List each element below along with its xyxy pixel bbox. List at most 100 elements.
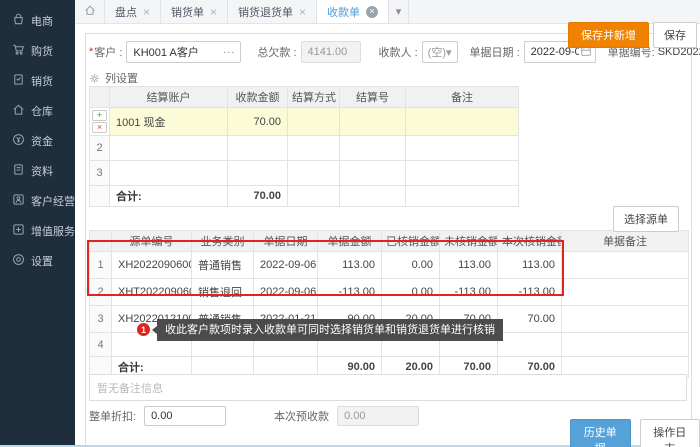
column-settings-button[interactable]: 列设置 — [89, 70, 138, 86]
prepayment-label: 本次预收款 — [274, 408, 329, 424]
settlement-remark-cell[interactable] — [406, 161, 519, 186]
save-button[interactable]: 保存 — [653, 22, 697, 48]
sidebar-item-data[interactable]: 资料 — [0, 156, 75, 186]
sidebar-item-settings[interactable]: 设置 — [0, 246, 75, 276]
total-debt-input — [301, 41, 361, 63]
settlement-header-empty — [90, 87, 110, 108]
source-row: 1 XH20220906001 普通销售 2022-09-06 113.00 0… — [90, 252, 689, 279]
source-current-cell[interactable]: 70.00 — [498, 306, 562, 333]
footer-fields-row: 整单折扣: 本次预收款 — [89, 406, 419, 426]
sidebar-item-label: 资金 — [31, 133, 53, 149]
customer-picker-ellipsis-icon[interactable]: ... — [223, 44, 235, 56]
sidebar-item-ecommerce[interactable]: 电商 — [0, 6, 75, 36]
remarks-textarea[interactable] — [89, 374, 687, 401]
settlement-account-cell[interactable]: 1001 现金 — [110, 108, 228, 136]
home-tab-button[interactable] — [75, 0, 105, 23]
source-remark-cell[interactable] — [562, 333, 689, 357]
settlement-number-cell[interactable] — [340, 161, 406, 186]
source-current-cell[interactable]: 113.00 — [498, 252, 562, 279]
funds-yuan-icon — [12, 133, 25, 149]
settlement-method-cell[interactable] — [288, 108, 340, 136]
tab-close-icon[interactable]: × — [210, 6, 217, 18]
source-header: 源单编号 — [112, 231, 192, 252]
tab-bar: 盘点 × 销货单 × 销货退货单 × 收款单 × ▾ — [75, 0, 700, 24]
source-code-cell: XHT20220906001 — [112, 279, 192, 306]
payee-label: 收款人 : — [379, 44, 418, 60]
source-current-cell[interactable]: -113.00 — [498, 279, 562, 306]
source-remark-cell[interactable] — [562, 279, 689, 306]
settlement-table: 结算账户 收款金额 结算方式 结算号 备注 + × 1001 现金 70.00 … — [89, 86, 519, 207]
settlement-header: 结算账户 — [110, 87, 228, 108]
tab-close-circle-icon[interactable]: × — [366, 6, 378, 18]
payee-select[interactable]: (空) ▾ — [422, 41, 458, 63]
tab-sales-order[interactable]: 销货单 × — [161, 0, 228, 23]
tab-inventory-check[interactable]: 盘点 × — [105, 0, 161, 23]
source-code-cell: XH20220906001 — [112, 252, 192, 279]
tab-label: 收款单 — [327, 4, 360, 20]
source-amount-cell: -113.00 — [318, 279, 382, 306]
tab-label: 盘点 — [115, 4, 137, 20]
add-row-button[interactable]: + — [92, 110, 107, 121]
sidebar-item-value-added[interactable]: 增值服务 — [0, 216, 75, 246]
settlement-method-cell[interactable] — [288, 161, 340, 186]
source-header-empty — [90, 231, 112, 252]
source-header: 未核销金额 — [440, 231, 498, 252]
delete-row-button[interactable]: × — [92, 122, 107, 133]
sidebar-item-sales[interactable]: 销货 — [0, 66, 75, 96]
settlement-header: 备注 — [406, 87, 519, 108]
settlement-header: 结算号 — [340, 87, 406, 108]
source-header: 单据备注 — [562, 231, 689, 252]
settlement-number-cell[interactable] — [340, 136, 406, 161]
row-number: 2 — [90, 136, 110, 161]
required-mark: * — [89, 46, 93, 58]
tab-receipt-order-active[interactable]: 收款单 × — [317, 0, 389, 23]
settlement-amount-cell[interactable]: 70.00 — [228, 108, 288, 136]
history-documents-button[interactable]: 历史单据 — [570, 419, 631, 447]
sidebar: 电商 购货 销货 仓库 资金 资料 客户经营 增值服务 — [0, 0, 75, 447]
settlement-account-cell[interactable] — [110, 136, 228, 161]
discount-input[interactable] — [144, 406, 226, 426]
sidebar-item-customer-mgmt[interactable]: 客户经营 — [0, 186, 75, 216]
source-order-table: 源单编号 业务类别 单据日期 单据金额 已核销金额 未核销金额 本次核销金额 单… — [89, 230, 689, 378]
sidebar-item-label: 设置 — [31, 253, 53, 269]
source-unwritten-cell: -113.00 — [440, 279, 498, 306]
sidebar-item-funds[interactable]: 资金 — [0, 126, 75, 156]
annotation-badge: 1 — [137, 323, 150, 336]
footer-buttons: 历史单据 操作日志 — [570, 419, 700, 447]
source-writtenoff-cell: 0.00 — [382, 279, 440, 306]
source-current-cell[interactable] — [498, 333, 562, 357]
app-root: 电商 购货 销货 仓库 资金 资料 客户经营 增值服务 — [0, 0, 700, 447]
chevron-down-icon: ▾ — [396, 5, 402, 18]
source-remark-cell[interactable] — [562, 252, 689, 279]
tab-close-icon[interactable]: × — [299, 6, 306, 18]
settlement-row: 2 — [90, 136, 519, 161]
tab-list-dropdown[interactable]: ▾ — [389, 0, 409, 23]
source-date-cell: 2022-09-06 — [254, 252, 318, 279]
settlement-remark-cell[interactable] — [406, 108, 519, 136]
sidebar-item-purchase[interactable]: 购货 — [0, 36, 75, 66]
doc-date-label: 单据日期 : — [470, 44, 520, 60]
save-and-new-button[interactable]: 保存并新增 — [568, 22, 649, 48]
source-remark-cell[interactable] — [562, 306, 689, 333]
tab-close-icon[interactable]: × — [143, 6, 150, 18]
settlement-amount-cell[interactable] — [228, 161, 288, 186]
sidebar-item-label: 销货 — [31, 73, 53, 89]
chevron-down-icon: ▾ — [446, 46, 452, 59]
settlement-remark-cell[interactable] — [406, 136, 519, 161]
shop-bag-icon — [12, 13, 25, 29]
tab-sales-return-order[interactable]: 销货退货单 × — [228, 0, 317, 23]
annotation-tooltip: 收此客户款项时录入收款单可同时选择销货单和销货退货单进行核销 — [157, 319, 503, 341]
cart-icon — [12, 43, 25, 59]
operation-log-button[interactable]: 操作日志 — [640, 419, 700, 447]
settlement-number-cell[interactable] — [340, 108, 406, 136]
settlement-method-cell[interactable] — [288, 136, 340, 161]
sidebar-item-warehouse[interactable]: 仓库 — [0, 96, 75, 126]
settlement-amount-cell[interactable] — [228, 136, 288, 161]
select-source-order-button[interactable]: 选择源单 — [613, 206, 679, 232]
source-date-cell: 2022-09-06 — [254, 279, 318, 306]
sales-doc-icon — [12, 73, 25, 89]
sidebar-item-label: 客户经营 — [31, 193, 75, 209]
prepayment-input — [337, 406, 419, 426]
source-unwritten-cell: 113.00 — [440, 252, 498, 279]
settlement-account-cell[interactable] — [110, 161, 228, 186]
